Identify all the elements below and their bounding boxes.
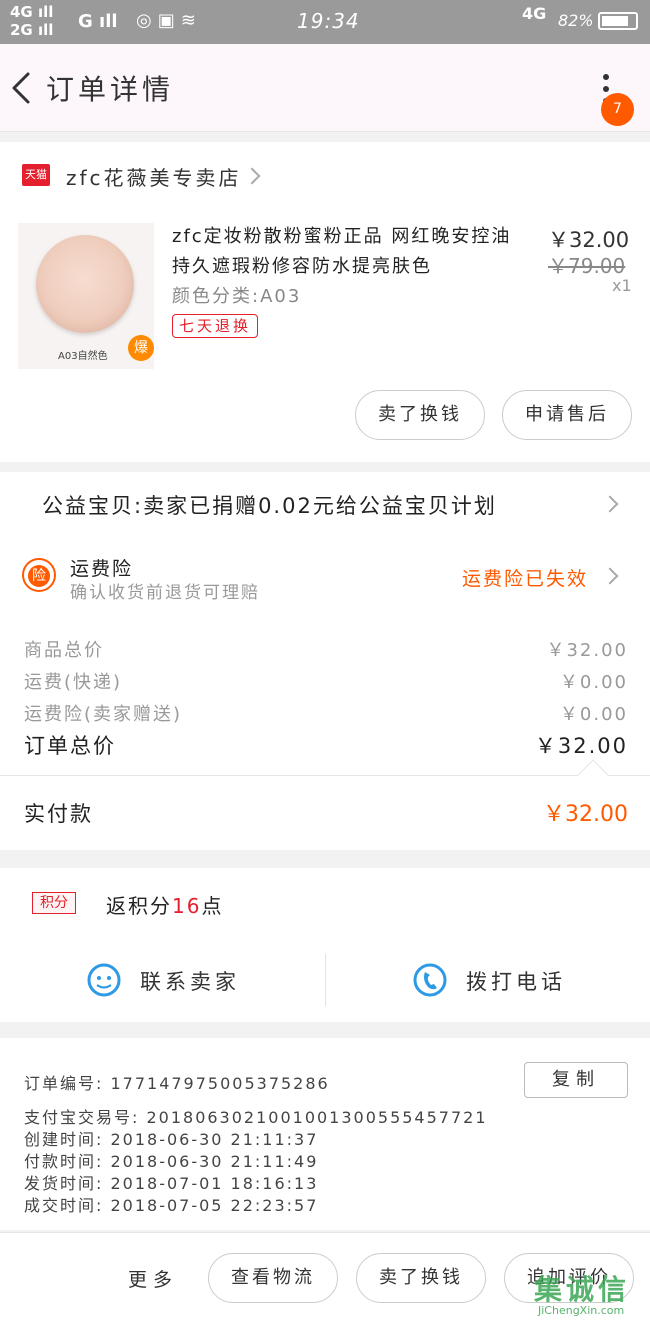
contact-seller-label: 联系卖家 bbox=[140, 970, 240, 994]
product-thumbnail[interactable]: A03自然色 爆 bbox=[18, 223, 154, 369]
chat-face-icon bbox=[87, 963, 121, 997]
points-row: 积分 返积分16点 bbox=[0, 868, 650, 942]
insurance-icon: 险 bbox=[22, 558, 56, 592]
fee-row: 运费险(卖家赠送) ￥0.00 bbox=[24, 704, 628, 725]
chevron-right-icon bbox=[243, 167, 261, 185]
product-title[interactable]: zfc定妆粉散粉蜜粉正品 网红晚安控油持久遮瑕粉修容防水提亮肤色 bbox=[172, 222, 528, 282]
storage-icon: ≋ bbox=[180, 10, 202, 31]
notification-badge: 7 bbox=[601, 93, 634, 126]
separator bbox=[325, 954, 326, 1006]
points-badge: 积分 bbox=[32, 892, 76, 914]
watermark-url: JiChengXin.com bbox=[538, 1304, 625, 1317]
more-actions-link[interactable]: 更多 bbox=[128, 1265, 178, 1292]
charity-row[interactable]: 公益宝贝:卖家已捐赠0.02元给公益宝贝计划 bbox=[0, 472, 650, 536]
actual-payment-value: ￥32.00 bbox=[543, 802, 628, 827]
charity-text: 公益宝贝:卖家已捐赠0.02元给公益宝贝计划 bbox=[42, 494, 497, 518]
site-watermark: 集诚信 JiChengXin.com bbox=[534, 1268, 646, 1320]
back-arrow-icon[interactable] bbox=[8, 66, 38, 110]
shop-row[interactable]: 天猫 zfc花薇美专卖店 bbox=[0, 142, 650, 210]
completed-time: 成交时间: 2018-07-05 22:23:57 bbox=[24, 1196, 319, 1215]
shipped-time: 发货时间: 2018-07-01 18:16:13 bbox=[24, 1174, 319, 1193]
product-sku: 颜色分类:A03 bbox=[172, 286, 302, 307]
clock: 19:34 bbox=[297, 9, 360, 33]
chevron-right-icon bbox=[601, 495, 619, 513]
app-header: 订单详情 7 bbox=[0, 44, 650, 132]
shop-name: zfc花薇美专卖店 bbox=[66, 166, 242, 190]
created-time: 创建时间: 2018-06-30 21:11:37 bbox=[24, 1130, 319, 1149]
shipping-insurance-row[interactable]: 险 运费险 确认收货前退货可理赔 运费险已失效 bbox=[0, 536, 650, 616]
actual-payment-label: 实付款 bbox=[24, 802, 93, 826]
original-price: ￥79.00 bbox=[548, 254, 626, 278]
return-policy-tag: 七天退换 bbox=[172, 314, 259, 338]
signal-g-indicator: G ıll bbox=[78, 11, 118, 32]
paid-time: 付款时间: 2018-06-30 21:11:49 bbox=[24, 1152, 319, 1171]
order-info: 订单编号: 1771479750053752​86 复制 支付宝交易号: 201… bbox=[0, 1038, 650, 1230]
insurance-status: 运费险已失效 bbox=[462, 568, 589, 590]
fee-row: 运费(快递) ￥0.00 bbox=[24, 672, 628, 693]
order-number: 订单编号: 1771479750053752​86 bbox=[24, 1074, 330, 1093]
phone-icon bbox=[413, 963, 447, 997]
watermark-logo: 集诚信 bbox=[534, 1273, 631, 1306]
actual-payment-row: 实付款 ￥32.00 bbox=[0, 776, 650, 850]
sell-exchange-button[interactable]: 卖了换钱 bbox=[356, 1253, 486, 1303]
alipay-trade-number: 支付宝交易号: 2018063021001001300555457721 bbox=[24, 1108, 488, 1127]
product-quantity: x1 bbox=[612, 276, 632, 295]
hot-badge: 爆 bbox=[128, 335, 154, 361]
product-card[interactable]: A03自然色 爆 zfc定妆粉散粉蜜粉正品 网红晚安控油持久遮瑕粉修容防水提亮肤… bbox=[0, 210, 650, 462]
sim-icon: ▣ bbox=[157, 10, 181, 31]
copy-button[interactable]: 复制 bbox=[524, 1062, 628, 1098]
signal-indicator: 4G ıll 2G ıll bbox=[10, 3, 54, 39]
contact-bar: 联系卖家 拨打电话 bbox=[0, 942, 650, 1022]
powder-image bbox=[36, 235, 134, 333]
wifi-icon: ◎ bbox=[136, 10, 158, 31]
insurance-title: 运费险 bbox=[70, 558, 134, 580]
insurance-description: 确认收货前退货可理赔 bbox=[70, 583, 260, 603]
page-title: 订单详情 bbox=[46, 73, 175, 106]
sell-exchange-button[interactable]: 卖了换钱 bbox=[355, 390, 485, 440]
fee-row: 商品总价 ￥32.00 bbox=[24, 640, 628, 661]
chevron-right-icon bbox=[601, 567, 619, 585]
status-bar: 4G ıll 2G ıll G ıll ◎▣≋ 19:34 4G 82% bbox=[0, 0, 650, 44]
after-sale-button[interactable]: 申请售后 bbox=[502, 390, 632, 440]
view-logistics-button[interactable]: 查看物流 bbox=[208, 1253, 338, 1303]
thumbnail-label: A03自然色 bbox=[58, 351, 108, 362]
status-icons: ◎▣≋ bbox=[136, 10, 202, 31]
order-total-row: 订单总价 ￥32.00 bbox=[24, 734, 628, 758]
battery-icon bbox=[598, 12, 638, 30]
price-breakdown: 商品总价 ￥32.00 运费(快递) ￥0.00 运费险(卖家赠送) ￥0.00 订单… bbox=[0, 616, 650, 776]
tmall-logo-icon: 天猫 bbox=[22, 164, 50, 186]
call-label: 拨打电话 bbox=[466, 970, 566, 994]
battery-percent: 82% bbox=[558, 11, 594, 30]
network-type: 4G bbox=[522, 4, 547, 23]
points-text: 返积分16点 bbox=[106, 894, 224, 918]
